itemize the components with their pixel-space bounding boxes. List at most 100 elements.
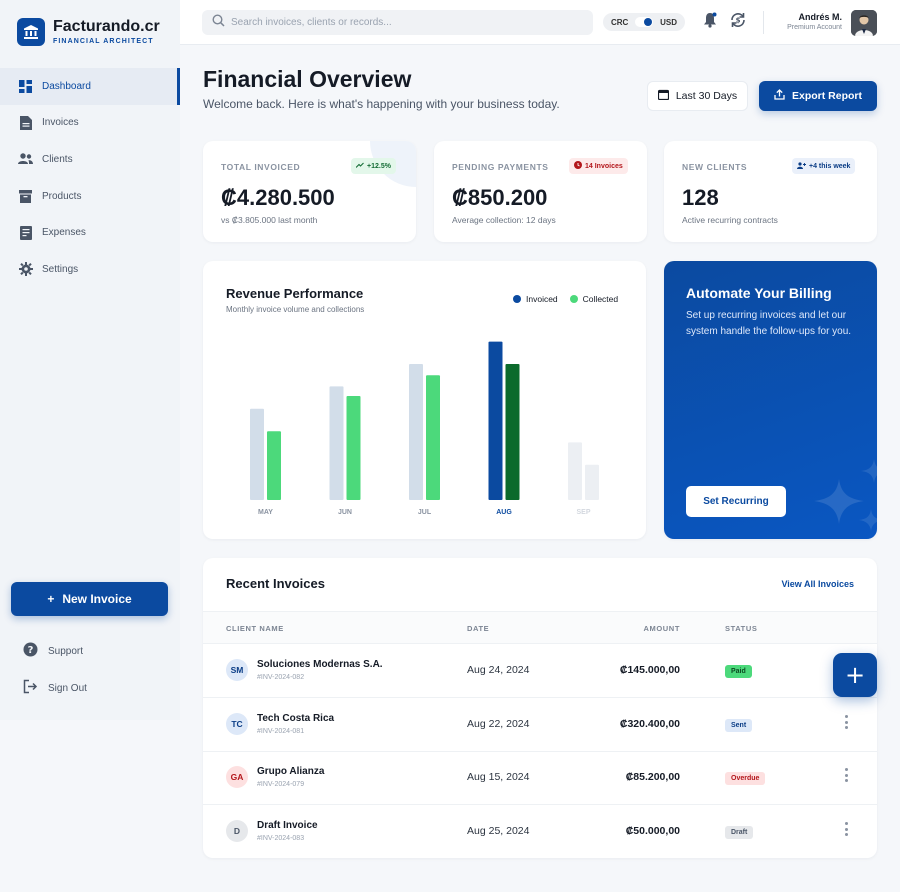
svg-text:$: $ — [736, 17, 741, 25]
trend-up-icon — [355, 162, 364, 170]
stat-label: TOTAL INVOICED — [221, 162, 301, 172]
sidebar-item-dashboard[interactable]: Dashboard — [0, 68, 180, 105]
sidebar-item-label: Clients — [42, 153, 73, 165]
bar-invoiced-jul[interactable] — [409, 364, 423, 500]
brand-logo[interactable]: Facturando.cr FINANCIAL ARCHITECT — [17, 18, 160, 46]
user-info[interactable]: Andrés M. Premium Account — [787, 12, 842, 31]
bar-collected-jul[interactable] — [426, 375, 440, 500]
revenue-chart: MAY JUN JUL AUG SEP — [250, 341, 599, 516]
client-name: Tech Costa Rica — [257, 713, 335, 724]
bank-icon — [17, 18, 45, 46]
automate-billing-card: Automate Your Billing Set up recurring i… — [664, 261, 877, 539]
column-header-status[interactable]: STATUS — [725, 624, 758, 633]
clients-badge: +4 this week — [792, 158, 856, 174]
toggle-switch[interactable] — [635, 17, 654, 27]
sidebar-item-clients[interactable]: Clients — [0, 141, 180, 178]
search-input[interactable] — [231, 17, 571, 28]
bar-collected-sep[interactable] — [585, 464, 599, 500]
upload-icon — [774, 89, 785, 103]
date-range-button[interactable]: Last 30 Days — [647, 81, 748, 111]
more-options-icon[interactable] — [844, 768, 848, 782]
currency-toggle[interactable]: CRC USD — [603, 13, 685, 31]
x-tick-label: JUL — [418, 509, 432, 516]
set-recurring-button[interactable]: Set Recurring — [686, 486, 786, 517]
column-header-amount[interactable]: AMOUNT — [643, 624, 680, 633]
invoice-date: Aug 22, 2024 — [467, 718, 530, 730]
search-bar[interactable] — [202, 10, 593, 35]
x-tick-label: MAY — [258, 509, 273, 516]
x-tick-label: AUG — [496, 509, 512, 516]
user-name: Andrés M. — [798, 12, 842, 22]
client-avatar: SM — [226, 659, 248, 681]
stat-value: 128 — [682, 185, 719, 210]
sidebar-item-invoices[interactable]: Invoices — [0, 105, 180, 142]
search-icon — [212, 13, 225, 32]
divider — [763, 11, 764, 34]
revenue-chart-card: Revenue Performance Monthly invoice volu… — [203, 261, 646, 539]
client-avatar: GA — [226, 766, 248, 788]
stat-card-pending-payments: PENDING PAYMENTS 14 Invoices ₡850.200 Av… — [434, 141, 647, 242]
recent-invoices-card: Recent Invoices View All Invoices CLIENT… — [203, 558, 877, 858]
bar-invoiced-may[interactable] — [250, 408, 264, 500]
support-link[interactable]: ? Support — [23, 642, 83, 660]
bell-icon[interactable] — [703, 12, 717, 33]
more-options-icon[interactable] — [844, 715, 848, 729]
floating-add-button[interactable]: + — [833, 653, 877, 697]
stat-note: Average collection: 12 days — [452, 215, 556, 225]
sign-out-link[interactable]: Sign Out — [23, 679, 87, 697]
logout-icon — [23, 679, 38, 697]
bar-collected-jun[interactable] — [346, 396, 361, 500]
document-icon — [18, 115, 33, 130]
client-name: Draft Invoice — [257, 820, 318, 831]
sidebar-item-settings[interactable]: Settings — [0, 251, 180, 288]
table-row[interactable]: TC Tech Costa Rica #INV-2024-081 Aug 22,… — [203, 698, 877, 752]
sidebar-item-label: Products — [42, 190, 82, 202]
stat-card-total-invoiced: TOTAL INVOICED +12.5% ₡4.280.500 vs ₡3.8… — [203, 141, 416, 242]
x-tick-label: JUN — [338, 509, 352, 516]
bar-collected-may[interactable] — [267, 431, 281, 500]
status-badge: Overdue — [725, 772, 766, 785]
table-row[interactable]: D Draft Invoice #INV-2024-083 Aug 25, 20… — [203, 805, 877, 858]
sidebar-item-label: Expenses — [42, 227, 86, 239]
bar-invoiced-jun[interactable] — [329, 386, 344, 500]
column-header-client[interactable]: CLIENT NAME — [226, 624, 284, 633]
bar-invoiced-sep[interactable] — [568, 442, 582, 500]
status-badge: Paid — [725, 665, 752, 678]
export-report-button[interactable]: Export Report — [759, 81, 877, 111]
stat-label: NEW CLIENTS — [682, 162, 748, 172]
invoice-amount: ₡50.000,00 — [625, 825, 680, 837]
sidebar-item-products[interactable]: Products — [0, 178, 180, 215]
x-tick-label: SEP — [576, 509, 590, 516]
table-header: CLIENT NAME DATE AMOUNT STATUS — [203, 611, 877, 644]
table-row[interactable]: SM Soluciones Modernas S.A. #INV-2024-08… — [203, 644, 877, 698]
client-name: Soluciones Modernas S.A. — [257, 659, 383, 670]
view-all-invoices-link[interactable]: View All Invoices — [781, 579, 854, 589]
stat-value: ₡4.280.500 — [221, 185, 335, 210]
page-subtitle: Welcome back. Here is what's happening w… — [203, 97, 560, 111]
receipt-icon — [18, 225, 33, 240]
more-options-icon[interactable] — [844, 822, 848, 836]
table-row[interactable]: GA Grupo Alianza #INV-2024-079 Aug 15, 2… — [203, 751, 877, 805]
column-header-date[interactable]: DATE — [467, 624, 489, 633]
svg-text:?: ? — [28, 645, 34, 656]
user-role: Premium Account — [787, 24, 842, 31]
bar-invoiced-aug[interactable] — [488, 341, 503, 500]
stat-note: Active recurring contracts — [682, 215, 778, 225]
stat-card-new-clients: NEW CLIENTS +4 this week 128 Active recu… — [664, 141, 877, 242]
status-badge: Sent — [725, 719, 753, 732]
sidebar-item-expenses[interactable]: Expenses — [0, 214, 180, 251]
bar-collected-aug[interactable] — [505, 364, 520, 500]
page-title: Financial Overview — [203, 66, 412, 92]
invoice-amount: ₡145.000,00 — [619, 664, 680, 676]
invoice-date: Aug 24, 2024 — [467, 664, 530, 676]
sidebar-nav: Dashboard Invoices Clients Products Expe… — [0, 68, 180, 288]
grid-icon — [18, 79, 33, 94]
brand-tagline: FINANCIAL ARCHITECT — [53, 38, 154, 45]
client-avatar: D — [226, 820, 248, 842]
avatar[interactable] — [851, 10, 877, 36]
sync-icon[interactable]: $ — [729, 11, 747, 34]
new-invoice-button[interactable]: + New Invoice — [11, 582, 168, 616]
top-bar: CRC USD $ Andrés M. Premium Account — [180, 0, 900, 45]
status-badge: Draft — [725, 826, 754, 839]
invoice-amount: ₡85.200,00 — [625, 771, 680, 783]
